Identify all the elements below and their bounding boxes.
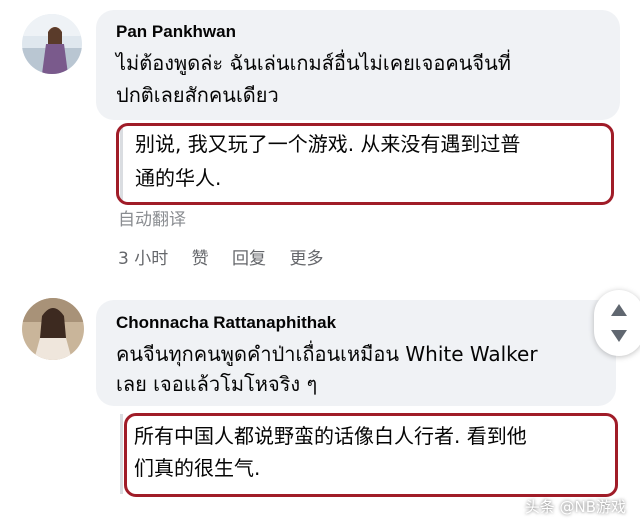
more-button[interactable]: 更多 (289, 249, 323, 269)
auto-translate-label: 自动翻译 (118, 210, 186, 230)
comment-timestamp: 3 小时 (118, 249, 169, 269)
avatar[interactable] (22, 298, 84, 360)
comment-text-line: คนจีนทุกคนพูดคำป่าเถื่อนเหมือน White Wal… (116, 342, 538, 366)
translation-text-line: 通的华人. (135, 166, 222, 190)
translation-text-line: 所有中国人都说野蛮的话像白人行者. 看到他 (134, 424, 527, 448)
scroll-button[interactable] (594, 290, 640, 356)
translation-text-line: 别说, 我又玩了一个游戏. 从来没有遇到过普 (135, 132, 521, 156)
comment-author[interactable]: Chonnacha Rattanaphithak (116, 313, 336, 333)
comment-author[interactable]: Pan Pankhwan (116, 22, 236, 42)
avatar[interactable] (22, 14, 82, 74)
translation-block (120, 414, 123, 494)
reply-button[interactable]: 回复 (232, 249, 266, 269)
translation-text-line: 们真的很生气. (134, 456, 261, 480)
avatar-photo-icon (22, 298, 84, 360)
comment-actions: 3 小时 赞 回复 更多 (118, 244, 341, 269)
scroll-arrows-icon (611, 304, 627, 342)
comment-text-line: เลย เจอแล้วโมโหจริง ๆ (116, 372, 318, 396)
like-button[interactable]: 赞 (192, 249, 209, 269)
avatar-photo-icon (22, 14, 82, 74)
comment-text-line: ไม่ต้องพูดล่ะ ฉันเล่นเกมส์อื่นไม่เคยเจอค… (116, 51, 511, 75)
comment-text-line: ปกติเลยสักคนเดียว (116, 83, 279, 107)
watermark: 头条 @NB游戏 (524, 498, 626, 516)
